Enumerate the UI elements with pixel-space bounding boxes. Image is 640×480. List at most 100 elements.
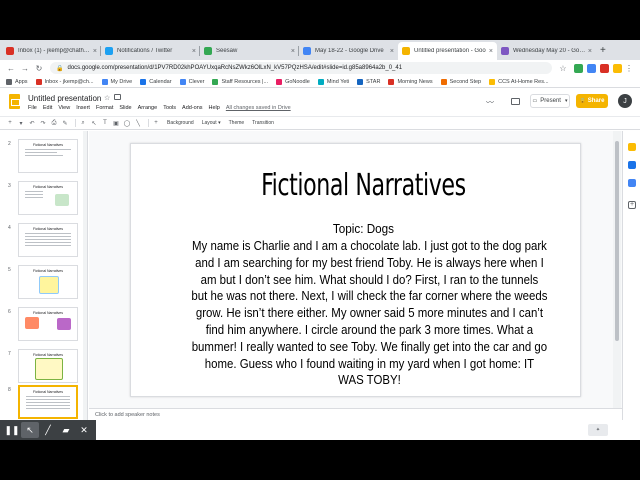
bookmark-ccs-at-home[interactable]: CCS At-Home Res...	[489, 78, 549, 85]
calendar-icon[interactable]	[628, 179, 636, 187]
close-icon[interactable]: ×	[489, 48, 493, 55]
bookmark-my-drive[interactable]: My Drive	[101, 78, 132, 85]
current-slide[interactable]: Fictional Narratives Topic: Dogs My name…	[130, 143, 581, 397]
highlighter-icon[interactable]: ▰	[57, 422, 75, 438]
tasks-icon[interactable]	[628, 161, 636, 169]
tab-seesaw[interactable]: Seesaw ×	[200, 42, 299, 60]
bookmark-inbox[interactable]: Inbox - jkemp@ch...	[35, 78, 94, 85]
chevron-down-icon[interactable]: ▾	[17, 119, 25, 127]
menu-format[interactable]: Format	[96, 105, 113, 111]
pen-icon[interactable]: ╱	[39, 422, 57, 438]
undo-icon[interactable]: ↶	[28, 119, 36, 127]
scrollbar-thumb[interactable]	[615, 141, 619, 341]
background-button[interactable]: Background	[167, 120, 194, 126]
tab-twitter[interactable]: Notifications / Twitter ×	[101, 42, 200, 60]
bookmark-star[interactable]: STAR	[357, 78, 380, 85]
menu-help[interactable]: Help	[209, 105, 220, 111]
menu-slide[interactable]: Slide	[119, 105, 131, 111]
move-to-folder-icon[interactable]	[114, 94, 121, 100]
slide-title[interactable]: Fictional Narratives	[173, 168, 554, 203]
extension-icon[interactable]	[574, 63, 583, 73]
keep-icon[interactable]	[628, 143, 636, 151]
avatar[interactable]: J	[618, 94, 632, 108]
tab-inbox[interactable]: Inbox (1) - jkemp@chatham ×	[2, 42, 101, 60]
bookmark-apps[interactable]: Apps	[6, 78, 28, 85]
comment-add-icon[interactable]: +	[152, 119, 160, 127]
reload-icon[interactable]: ↻	[32, 64, 46, 73]
menu-arrange[interactable]: Arrange	[138, 105, 158, 111]
slide-topic[interactable]: Topic: Dogs	[154, 221, 573, 236]
pointer-icon[interactable]: ↖	[21, 422, 39, 438]
pause-icon[interactable]: ❚❚	[3, 422, 21, 438]
star-icon[interactable]: ☆	[104, 94, 110, 102]
slide-thumbnail-3[interactable]: Fictional Narratives	[18, 181, 78, 215]
speaker-notes[interactable]: Click to add speaker notes	[89, 408, 622, 420]
bookmark-mind-yeti[interactable]: Mind Yeti	[317, 78, 349, 85]
slide-thumbnail-4[interactable]: Fictional Narratives	[18, 223, 78, 257]
bookmark-gonoodle[interactable]: GoNoodle	[276, 78, 310, 85]
save-status[interactable]: All changes saved in Drive	[226, 105, 291, 111]
bookmark-morning-news[interactable]: Morning News	[388, 78, 433, 85]
comment-icon[interactable]	[511, 98, 520, 105]
menu-file[interactable]: File	[28, 105, 37, 111]
shape-icon[interactable]: ◯	[123, 119, 131, 127]
slide-thumbnail-5[interactable]: Fictional Narratives	[18, 265, 78, 299]
close-icon[interactable]: ✕	[75, 422, 93, 438]
zoom-icon[interactable]: ⌕	[79, 119, 87, 127]
line-icon[interactable]: ╲	[134, 119, 142, 127]
thumbnail-image	[55, 194, 69, 206]
explore-button[interactable]: ✦	[588, 424, 608, 436]
extension-icon[interactable]	[600, 63, 609, 73]
close-icon[interactable]: ×	[93, 48, 97, 55]
slide-thumbnail-7[interactable]: Fictional Narratives	[18, 349, 78, 383]
menu-view[interactable]: View	[58, 105, 70, 111]
bookmark-clever[interactable]: Clever	[179, 78, 204, 85]
activity-trend-icon[interactable]: 〰	[486, 97, 494, 108]
forward-icon[interactable]: →	[18, 64, 32, 73]
back-icon[interactable]: ←	[4, 64, 18, 73]
paint-format-icon[interactable]: ✎	[61, 119, 69, 127]
close-icon[interactable]: ×	[291, 48, 295, 55]
tab-wednesday-may-20[interactable]: Wednesday May 20 - Goog ×	[497, 42, 596, 60]
print-icon[interactable]: ⎙	[50, 119, 58, 127]
extension-icon[interactable]	[587, 63, 596, 73]
share-button[interactable]: 🔒 Share	[576, 94, 608, 108]
slide-body-text[interactable]: My name is Charlie and I am a chocolate …	[191, 238, 547, 389]
bookmark-calendar[interactable]: Calendar	[140, 78, 172, 85]
extension-icon[interactable]	[613, 63, 622, 73]
canvas-scrollbar[interactable]	[613, 131, 621, 408]
select-cursor-icon[interactable]: ↖	[90, 119, 98, 127]
document-title[interactable]: Untitled presentation	[28, 94, 101, 103]
menu-add-ons[interactable]: Add-ons	[182, 105, 203, 111]
tab-google-drive[interactable]: May 18-22 - Google Drive ×	[299, 42, 398, 60]
transition-button[interactable]: Transition	[252, 120, 274, 126]
present-button[interactable]: ▭ Present ▾	[530, 94, 570, 108]
bookmark-staff-resources[interactable]: Staff Resources |...	[212, 78, 268, 85]
slide-number: 7	[8, 351, 11, 357]
slide-thumbnail-2[interactable]: Fictional Narratives	[18, 139, 78, 173]
close-icon[interactable]: ×	[588, 48, 592, 55]
chevron-down-icon[interactable]: ▾	[565, 98, 568, 104]
theme-button[interactable]: Theme	[229, 120, 245, 126]
bookmark-star-icon[interactable]: ☆	[556, 64, 570, 73]
layout-button[interactable]: Layout ▾	[202, 120, 221, 126]
menu-tools[interactable]: Tools	[163, 105, 176, 111]
close-icon[interactable]: ×	[192, 48, 196, 55]
new-tab-button[interactable]: +	[600, 42, 606, 60]
menu-insert[interactable]: Insert	[76, 105, 90, 111]
add-on-plus-icon[interactable]: +	[628, 201, 636, 209]
new-slide-icon[interactable]: +	[6, 119, 14, 127]
text-box-icon[interactable]: T	[101, 119, 109, 127]
redo-icon[interactable]: ↷	[39, 119, 47, 127]
menu-edit[interactable]: Edit	[43, 105, 52, 111]
url-bar[interactable]: 🔒 docs.google.com/presentation/d/1PV7RD0…	[50, 62, 552, 74]
image-icon[interactable]: ▣	[112, 119, 120, 127]
filmstrip-scrollbar[interactable]	[83, 131, 87, 420]
browser-menu-icon[interactable]: ⋮	[622, 64, 636, 73]
tab-untitled-presentation[interactable]: Untitled presentation - Goo ×	[398, 42, 497, 60]
close-icon[interactable]: ×	[390, 48, 394, 55]
google-slides-logo-icon[interactable]	[9, 94, 20, 109]
slide-thumbnail-6[interactable]: Fictional Narratives	[18, 307, 78, 341]
slide-thumbnail-8[interactable]: Fictional Narratives	[18, 385, 78, 419]
bookmark-second-step[interactable]: Second Step	[440, 78, 481, 85]
